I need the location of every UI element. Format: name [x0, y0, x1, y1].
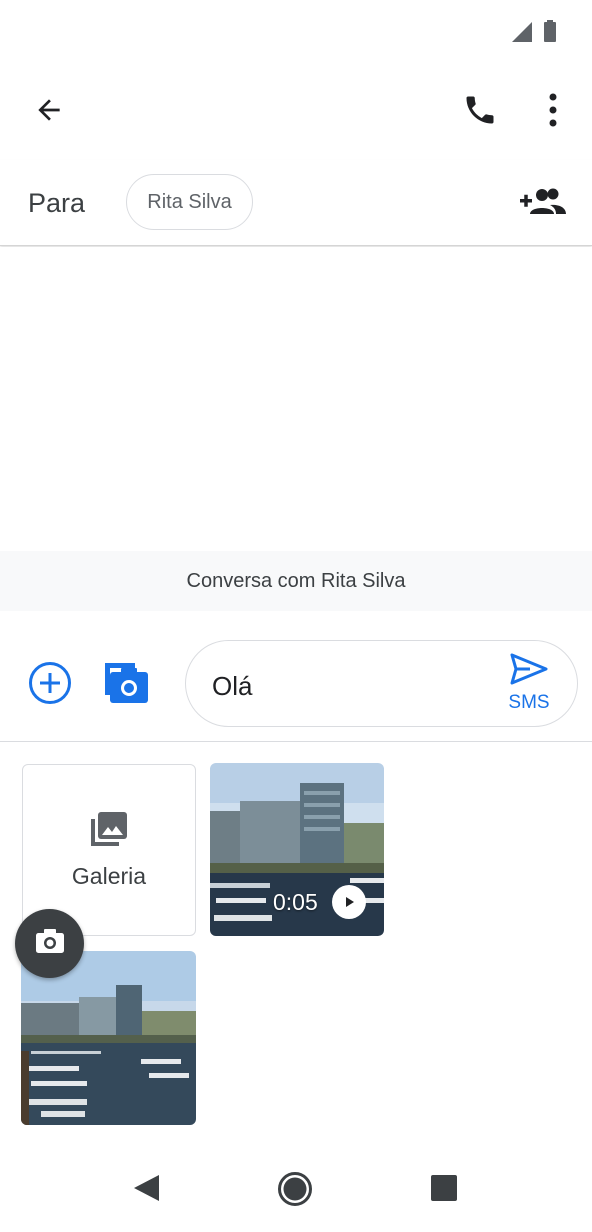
image-stack-icon — [90, 811, 128, 852]
message-input[interactable]: Olá SMS — [185, 640, 578, 727]
app-bar — [0, 64, 592, 160]
back-button[interactable] — [22, 88, 76, 136]
navigation-bar — [0, 1150, 592, 1232]
nav-back-icon — [132, 1173, 160, 1208]
recipient-row: Para Rita Silva — [0, 160, 592, 246]
call-button[interactable] — [454, 88, 506, 136]
gallery-label: Galeria — [71, 863, 147, 889]
more-options-button[interactable] — [530, 88, 576, 136]
send-mode-label: SMS — [508, 692, 550, 713]
nav-recent-button[interactable] — [424, 1170, 464, 1210]
camera-gallery-button[interactable] — [100, 661, 152, 709]
conversation-area — [0, 247, 592, 551]
video-thumbnail[interactable]: 0:05 — [210, 763, 384, 936]
conversation-banner: Conversa com Rita Silva — [0, 551, 592, 611]
add-people-icon — [520, 186, 566, 221]
battery-icon — [543, 20, 557, 47]
status-bar — [0, 0, 592, 64]
more-vert-icon — [548, 93, 558, 132]
add-attachment-button[interactable] — [26, 661, 74, 709]
recipient-chip-label: Rita Silva — [147, 190, 232, 213]
add-circle-icon — [28, 661, 72, 710]
nav-home-button[interactable] — [274, 1170, 316, 1212]
message-input-text: Olá — [212, 671, 253, 701]
nav-recent-icon — [430, 1174, 458, 1207]
camera-icon — [35, 928, 65, 959]
signal-icon — [512, 22, 532, 47]
camera-gallery-icon — [103, 661, 149, 710]
send-button[interactable]: SMS — [504, 653, 554, 717]
play-icon — [332, 885, 366, 919]
phone-icon — [462, 92, 498, 133]
add-people-button[interactable] — [516, 180, 570, 226]
send-icon — [510, 653, 548, 690]
recipient-chip[interactable]: Rita Silva — [126, 174, 253, 230]
to-label: Para — [28, 188, 86, 218]
conversation-banner-text: Conversa com Rita Silva — [186, 569, 406, 592]
nav-back-button[interactable] — [126, 1170, 166, 1210]
camera-button[interactable] — [15, 909, 84, 978]
compose-bar: Olá SMS — [0, 611, 592, 742]
nav-home-icon — [277, 1171, 313, 1212]
back-arrow-icon — [33, 94, 65, 131]
video-duration: 0:05 — [273, 889, 318, 915]
